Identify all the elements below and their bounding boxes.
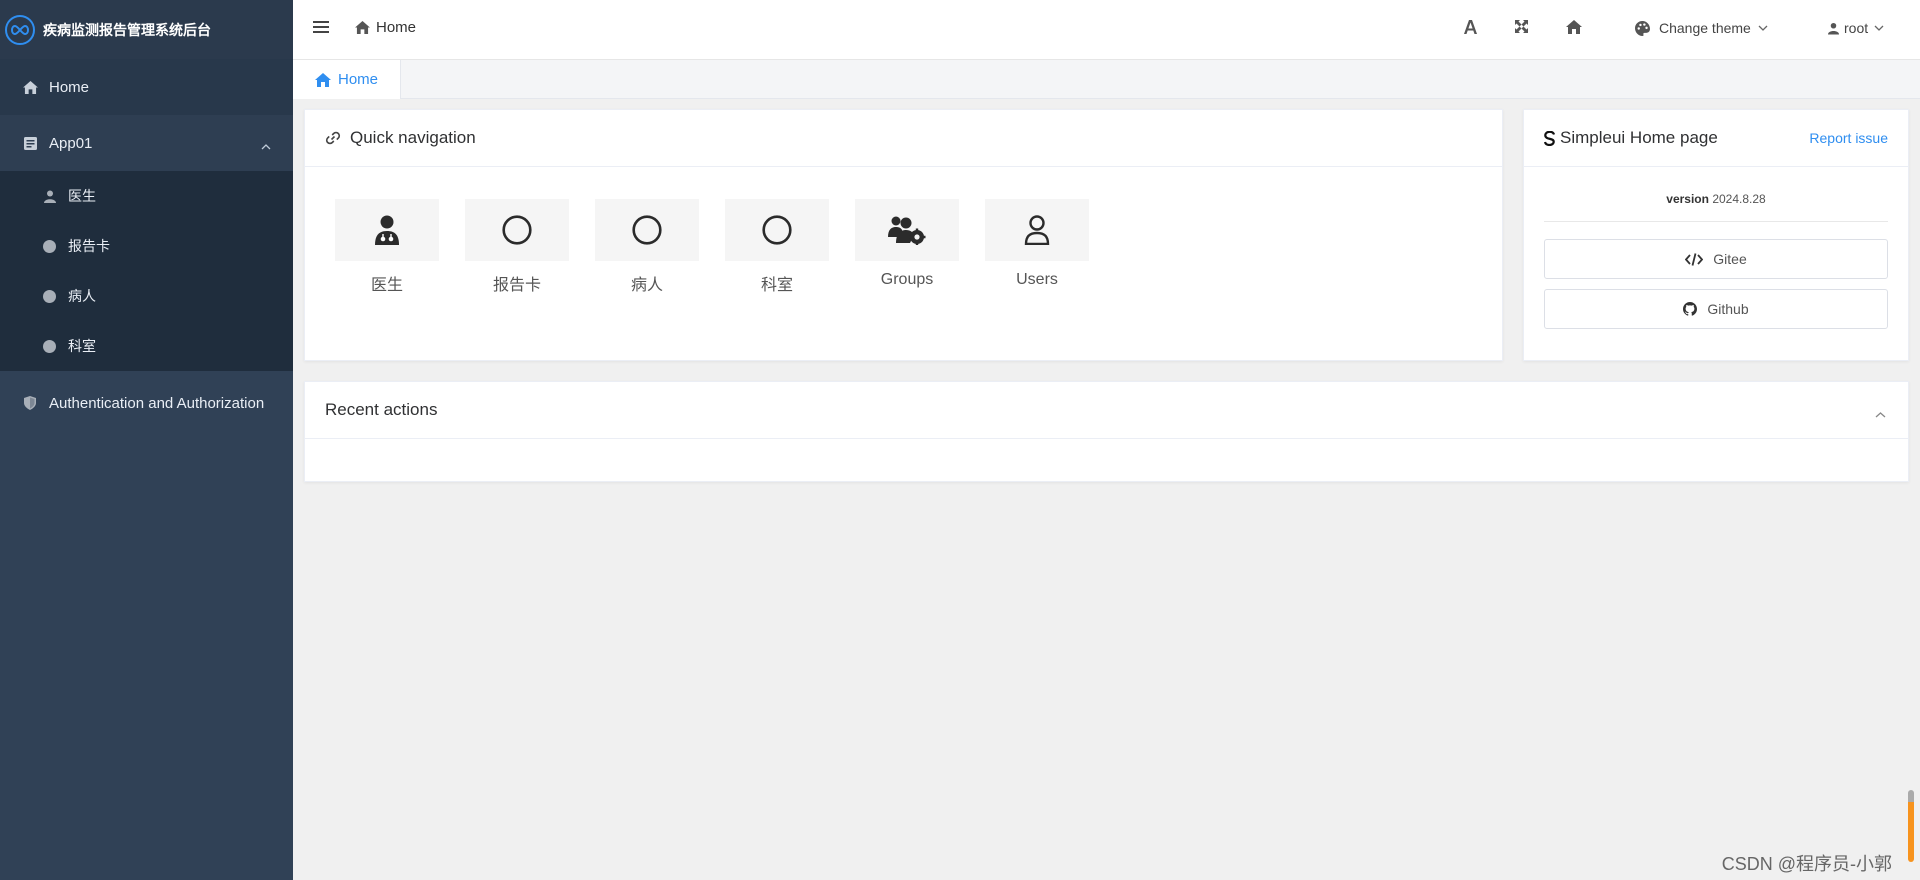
home-icon	[355, 21, 370, 34]
chevron-up-icon[interactable]	[1875, 405, 1886, 423]
home-icon	[22, 79, 38, 95]
simpleui-card: Simpleui Home page Report issue version …	[1523, 109, 1909, 361]
change-theme-dropdown[interactable]: Change theme	[1635, 20, 1768, 36]
nav-label: Groups	[880, 271, 934, 288]
nav-icon-box	[465, 199, 569, 261]
user-icon	[1828, 22, 1839, 34]
sidebar-item-home[interactable]: Home	[0, 59, 293, 115]
quick-nav-doctor[interactable]: 医生	[335, 199, 439, 295]
card-title: Simpleui Home page	[1560, 128, 1718, 147]
sidebar-item-label: Home	[49, 78, 90, 96]
nav-label: Users	[1016, 271, 1058, 288]
sidebar: 疾病监测报告管理系统后台 Home App01 医生 报告卡 病人 科室 Aut…	[0, 0, 293, 880]
dot-icon	[43, 339, 56, 353]
github-button[interactable]: Github	[1544, 289, 1888, 329]
dot-icon	[43, 289, 56, 303]
font-icon	[1464, 20, 1477, 34]
nav-icon-box	[595, 199, 699, 261]
user-menu-dropdown[interactable]: root	[1828, 20, 1884, 36]
sidebar-item-label: 医生	[68, 188, 96, 204]
simpleui-logo-icon	[1544, 130, 1555, 146]
palette-icon	[1635, 20, 1650, 36]
fullscreen-icon	[1515, 20, 1528, 33]
gitee-button[interactable]: Gitee	[1544, 239, 1888, 279]
topbar: Home Change theme root	[293, 0, 1920, 60]
chevron-up-icon	[261, 137, 271, 154]
sidebar-item-auth[interactable]: Authentication and Authorization	[0, 375, 293, 431]
sidebar-item-label: 病人	[68, 288, 96, 304]
quick-nav-patient[interactable]: 病人	[595, 199, 699, 295]
nav-icon-box	[335, 199, 439, 261]
github-icon	[1683, 302, 1698, 316]
nav-label: 科室	[760, 277, 793, 294]
circle-icon	[762, 215, 792, 245]
home-icon	[1566, 20, 1582, 34]
user-icon	[43, 190, 56, 203]
quick-nav-department[interactable]: 科室	[725, 199, 829, 295]
user-outline-icon	[1024, 215, 1050, 245]
version-row: version 2024.8.28	[1544, 190, 1888, 222]
breadcrumb-label: Home	[376, 19, 417, 36]
brand: 疾病监测报告管理系统后台	[0, 0, 293, 59]
card-title: Quick navigation	[350, 128, 476, 147]
user-label: root	[1844, 20, 1869, 36]
dot-icon	[43, 239, 56, 253]
nav-icon-box	[855, 199, 959, 261]
tab-label: Home	[337, 71, 378, 88]
chevron-down-icon	[1758, 25, 1768, 31]
github-label: Github	[1707, 301, 1749, 317]
user-doctor-icon	[375, 215, 399, 245]
infinity-logo-icon	[5, 14, 35, 45]
theme-label: Change theme	[1659, 20, 1751, 36]
app01-submenu: 医生 报告卡 病人 科室	[0, 171, 293, 371]
quick-nav-groups[interactable]: Groups	[855, 199, 959, 289]
card-header: Quick navigation	[305, 110, 1502, 167]
scroll-indicator[interactable]	[1908, 790, 1914, 862]
tab-home[interactable]: Home	[293, 60, 401, 99]
circle-icon	[502, 215, 532, 245]
nav-label: 医生	[370, 277, 403, 294]
quick-nav-report-card[interactable]: 报告卡	[465, 199, 569, 295]
fullscreen-button[interactable]	[1515, 20, 1528, 33]
card-header: Recent actions	[305, 382, 1908, 439]
watermark: CSDN @程序员-小郭	[1721, 854, 1892, 874]
nav-label: 病人	[630, 277, 663, 294]
menu-toggle-icon[interactable]	[313, 21, 329, 36]
breadcrumb: Home	[355, 19, 416, 36]
card-title: Recent actions	[325, 400, 438, 419]
recent-actions-card: Recent actions	[304, 381, 1909, 482]
code-icon	[1685, 252, 1704, 266]
home-button[interactable]	[1566, 20, 1582, 34]
sidebar-item-department[interactable]: 科室	[0, 321, 293, 371]
nav-icon-box	[985, 199, 1089, 261]
users-gear-icon	[888, 216, 926, 245]
app-title: 疾病监测报告管理系统后台	[43, 21, 211, 38]
report-issue-link[interactable]: Report issue	[1809, 130, 1888, 146]
sidebar-item-label: 报告卡	[68, 238, 110, 254]
sidebar-item-report-card[interactable]: 报告卡	[0, 221, 293, 271]
version-label: version	[1666, 192, 1709, 206]
shield-icon	[22, 395, 38, 411]
link-icon	[325, 131, 341, 145]
chevron-down-icon	[1874, 25, 1884, 31]
sidebar-item-label: 科室	[68, 338, 96, 354]
tab-bar: Home	[293, 60, 1920, 99]
quick-nav-users[interactable]: Users	[985, 199, 1089, 289]
nav-label: 报告卡	[492, 277, 541, 294]
home-icon	[314, 72, 331, 87]
sidebar-item-app01[interactable]: App01	[0, 115, 293, 171]
app-icon	[22, 135, 38, 151]
circle-icon	[632, 215, 662, 245]
font-size-button[interactable]	[1464, 20, 1477, 34]
sidebar-item-label: App01	[49, 134, 93, 152]
sidebar-item-patient[interactable]: 病人	[0, 271, 293, 321]
version-value: 2024.8.28	[1712, 192, 1766, 206]
sidebar-item-label: Authentication and Authorization	[49, 394, 265, 412]
sidebar-item-doctor[interactable]: 医生	[0, 171, 293, 221]
quick-navigation-card: Quick navigation 医生 报告卡 病人 科室 Groups Use…	[304, 109, 1503, 361]
nav-icon-box	[725, 199, 829, 261]
gitee-label: Gitee	[1713, 251, 1747, 267]
